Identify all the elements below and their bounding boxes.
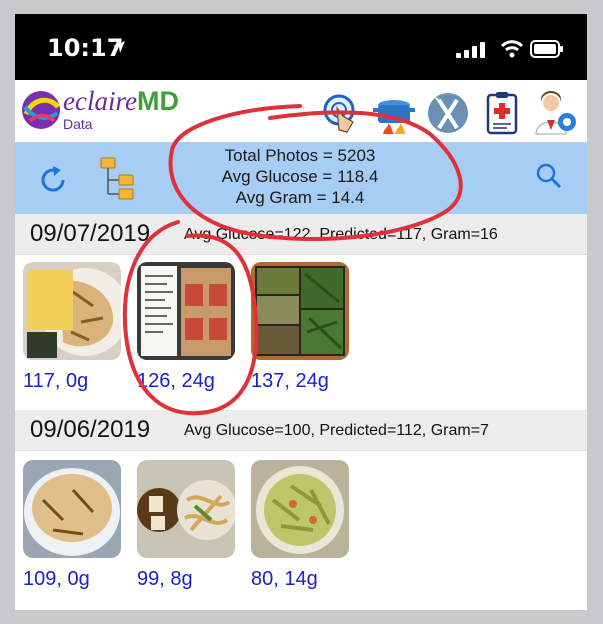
meal-caption: 99, 8g <box>137 568 193 590</box>
avg-gram: Avg Gram = 14.4 <box>235 188 365 207</box>
cheese-omelette-photo <box>23 262 121 360</box>
tap-touch-icon[interactable] <box>317 90 363 136</box>
total-photos: Total Photos = 5203 <box>224 146 376 165</box>
meal-photo[interactable] <box>137 262 235 360</box>
day-stats: Avg Glucose=122, Predicted=117, Gram=16 <box>184 226 498 243</box>
meal-photo[interactable] <box>251 262 349 360</box>
meal-caption: 80, 14g <box>251 568 318 590</box>
brand-wordmark: eclaireMD <box>63 86 179 117</box>
pancake-photo <box>23 460 121 558</box>
app-header: eclaireMD Data <box>15 80 587 142</box>
meal-photo[interactable] <box>23 262 121 360</box>
status-bar: 10:17 <box>15 14 587 80</box>
meal-photo[interactable] <box>23 460 121 558</box>
brand-subtitle: Data <box>63 116 93 132</box>
oatmeal-packet-photo <box>137 262 235 360</box>
medical-clipboard-icon[interactable] <box>479 90 525 136</box>
brand-main: eclaire <box>63 86 137 116</box>
meal-photo[interactable] <box>251 460 349 558</box>
search-icon[interactable] <box>535 162 563 190</box>
cooking-pot-icon[interactable] <box>371 90 417 136</box>
meal-caption: 137, 24g <box>251 370 329 392</box>
meal-caption: 126, 24g <box>137 370 215 392</box>
day-header[interactable]: 09/06/2019 Avg Glucose=100, Predicted=11… <box>15 410 587 451</box>
brand-accent: MD <box>136 86 179 116</box>
avg-glucose: Avg Glucose = 118.4 <box>221 167 379 186</box>
refresh-icon[interactable] <box>37 164 69 196</box>
day-stats: Avg Glucose=100, Predicted=112, Gram=7 <box>184 422 489 439</box>
day-date: 09/07/2019 <box>30 220 151 247</box>
folder-tree-icon[interactable] <box>99 156 139 200</box>
meal-caption: 117, 0g <box>23 370 89 392</box>
location-arrow-icon <box>113 41 125 53</box>
battery-icon <box>530 40 563 58</box>
meal-photo[interactable] <box>137 460 235 558</box>
eclairemd-logo-icon <box>22 91 60 129</box>
phone-screen: 10:17 eclaireMD Data Total Photos = 5203… <box>15 14 587 610</box>
tofu-soup-noodles-photo <box>137 460 235 558</box>
meal-caption: 109, 0g <box>23 568 90 590</box>
doctor-settings-icon[interactable] <box>533 90 579 136</box>
wifi-icon <box>500 40 524 58</box>
cellular-signal-icon <box>456 42 485 58</box>
bento-box-photo <box>251 262 349 360</box>
summary-bar: Total Photos = 5203 Avg Glucose = 118.4 … <box>15 142 587 214</box>
day-date: 09/06/2019 <box>30 416 151 443</box>
day-header[interactable]: 09/07/2019 Avg Glucose=122, Predicted=11… <box>15 214 587 255</box>
cabbage-stirfry-photo <box>251 460 349 558</box>
fork-knife-icon[interactable] <box>425 90 471 136</box>
